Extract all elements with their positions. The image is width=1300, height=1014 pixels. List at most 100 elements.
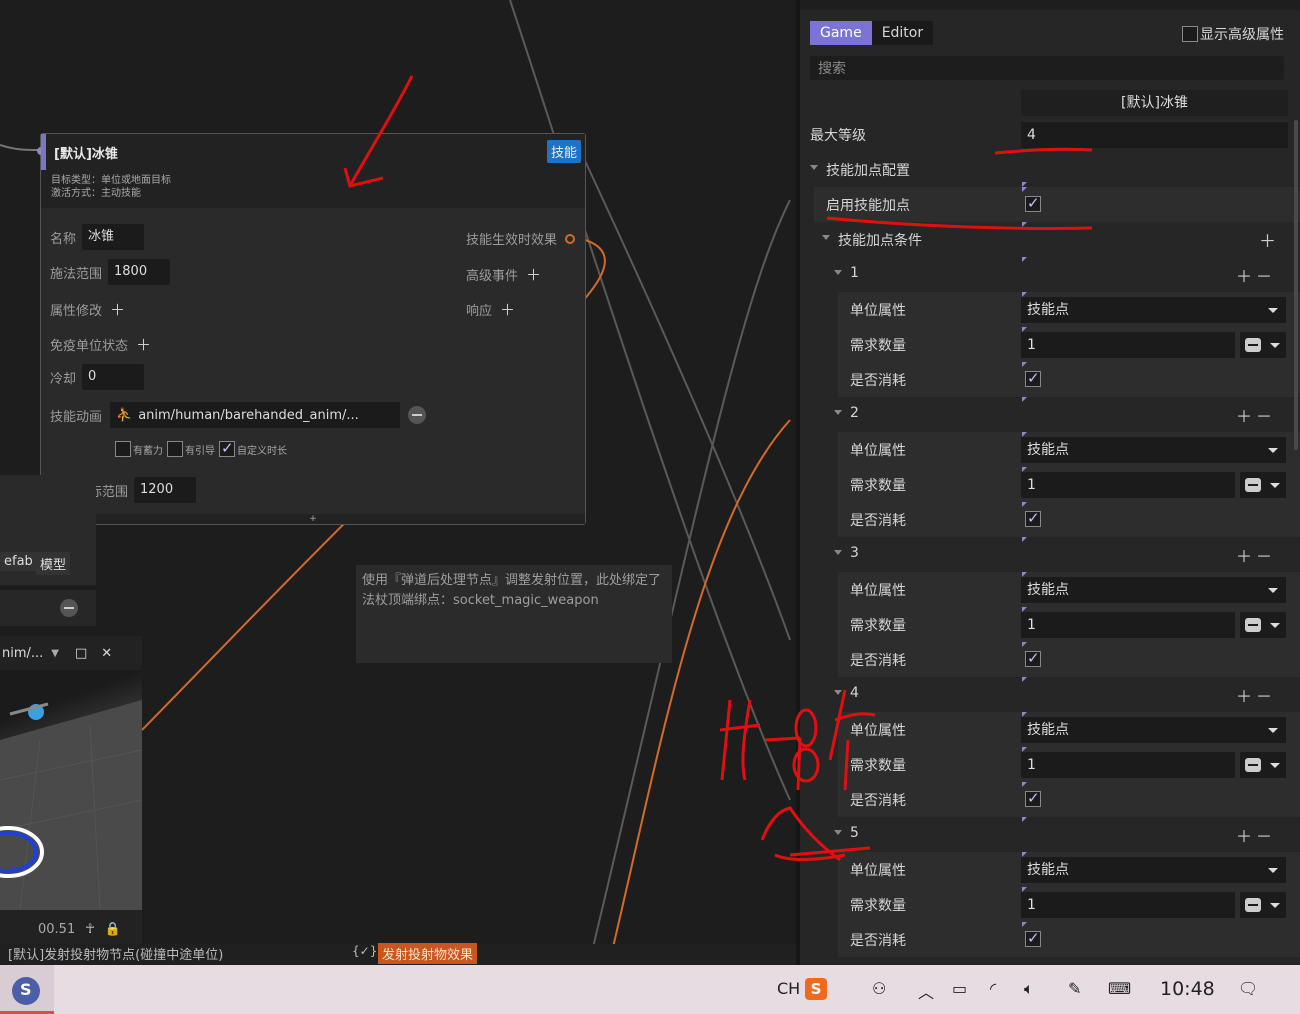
- consume-checkbox[interactable]: [1025, 369, 1041, 387]
- unit-attr-dropdown[interactable]: 技能点: [1021, 857, 1286, 883]
- wifi-icon[interactable]: ◜: [990, 979, 996, 998]
- cursor-range-input[interactable]: 1200: [134, 477, 197, 503]
- enable-skill-point-checkbox[interactable]: [1025, 194, 1041, 212]
- advanced-toggle[interactable]: 显示高级属性: [1182, 24, 1284, 44]
- condition-group-header[interactable]: 2 ＋－: [800, 397, 1300, 432]
- condition-group-header[interactable]: 4 ＋－: [800, 677, 1300, 712]
- range-input[interactable]: 1800: [108, 259, 171, 285]
- need-count-input[interactable]: 1: [1021, 892, 1235, 918]
- battery-icon[interactable]: ▭: [952, 979, 967, 998]
- chevron-down-icon[interactable]: [810, 165, 818, 170]
- comment-box[interactable]: 使用『弹道后处理节点』调整发射位置，此处绑定了法杖顶端绑点：socket_mag…: [356, 565, 672, 663]
- unit-attr-dropdown[interactable]: 技能点: [1021, 717, 1286, 743]
- add-remove-buttons[interactable]: ＋－: [1236, 543, 1276, 567]
- minus-icon[interactable]: [1245, 478, 1261, 492]
- chevron-down-icon[interactable]: [834, 410, 842, 415]
- volume-muted-icon[interactable]: 🔈︎: [1024, 979, 1034, 999]
- custom-duration-checkbox[interactable]: [219, 439, 235, 457]
- need-count-input[interactable]: 1: [1021, 612, 1235, 638]
- anim-clear-button[interactable]: [408, 406, 427, 424]
- need-count-input[interactable]: 1: [1021, 472, 1235, 498]
- scrollbar[interactable]: [1294, 120, 1298, 450]
- need-count-control[interactable]: [1240, 332, 1286, 358]
- chevron-down-icon[interactable]: [1270, 903, 1280, 908]
- consume-checkbox[interactable]: [1025, 789, 1041, 807]
- charge-checkbox[interactable]: [115, 441, 131, 457]
- chevron-down-icon[interactable]: [834, 830, 842, 835]
- chevron-down-icon[interactable]: ▼: [51, 648, 59, 659]
- node-header[interactable]: [默认]冰锥 技能: [41, 134, 585, 170]
- condition-group-header[interactable]: 3 ＋－: [800, 537, 1300, 572]
- consume-checkbox[interactable]: [1025, 649, 1041, 667]
- viewport-anim-path[interactable]: nim/...: [2, 646, 43, 661]
- need-count-input[interactable]: 1: [1021, 332, 1235, 358]
- maximize-icon[interactable]: □: [75, 646, 87, 661]
- need-count-input[interactable]: 1: [1021, 752, 1235, 778]
- consume-checkbox[interactable]: [1025, 509, 1041, 527]
- chevron-down-icon[interactable]: [1270, 343, 1280, 348]
- condition-group-header[interactable]: 1 ＋－: [800, 257, 1300, 292]
- taskbar-app-slot[interactable]: [0, 965, 54, 1014]
- chevron-down-icon[interactable]: [834, 270, 842, 275]
- tab-editor[interactable]: Editor: [872, 21, 933, 45]
- pose-icon[interactable]: ☥: [85, 922, 95, 937]
- property-panel[interactable]: Game Editor 显示高级属性 搜索 [默认]冰锥 最大等级 4 技能加点…: [796, 0, 1300, 965]
- name-input[interactable]: 冰锥: [82, 224, 145, 250]
- anim-selector[interactable]: ⛹ anim/human/barehanded_anim/...: [110, 402, 401, 428]
- consume-checkbox[interactable]: [1025, 929, 1041, 947]
- cooldown-input[interactable]: 0: [82, 364, 145, 390]
- add-remove-buttons[interactable]: ＋－: [1236, 823, 1276, 847]
- unit-attr-dropdown[interactable]: 技能点: [1021, 297, 1286, 323]
- minus-icon[interactable]: [1245, 898, 1261, 912]
- tab-prefab[interactable]: efab: [0, 552, 37, 571]
- clock[interactable]: 10:48: [1160, 978, 1215, 1000]
- skill-node[interactable]: [默认]冰锥 技能 目标类型：单位或地面目标 激活方式：主动技能 名称 冰锥 施…: [37, 133, 586, 525]
- need-count-control[interactable]: [1240, 472, 1286, 498]
- tab-game[interactable]: Game: [810, 21, 872, 45]
- search-input[interactable]: 搜索: [810, 56, 1284, 80]
- viewport-scene[interactable]: [0, 670, 142, 910]
- lock-icon[interactable]: 🔒: [105, 922, 121, 937]
- max-level-input[interactable]: 4: [1021, 122, 1288, 148]
- chevron-down-icon[interactable]: [1270, 483, 1280, 488]
- immune-add-button[interactable]: ＋: [136, 334, 151, 355]
- preview-viewport[interactable]: nim/... ▼ □ ✕ 00.51 ☥ 🔒: [0, 636, 142, 948]
- app-icon[interactable]: [12, 977, 40, 1005]
- need-count-control[interactable]: [1240, 612, 1286, 638]
- chevron-down-icon[interactable]: [1270, 763, 1280, 768]
- close-icon[interactable]: ✕: [101, 646, 112, 661]
- remove-button[interactable]: [60, 599, 78, 617]
- out-response-add-button[interactable]: ＋: [500, 299, 515, 320]
- condition-group-header[interactable]: 5 ＋－: [800, 817, 1300, 852]
- out-advanced-add-button[interactable]: ＋: [526, 264, 541, 285]
- minus-icon[interactable]: [1245, 758, 1261, 772]
- chevron-down-icon[interactable]: [1270, 623, 1280, 628]
- unit-attr-dropdown[interactable]: 技能点: [1021, 437, 1286, 463]
- out-effect-pin[interactable]: [565, 233, 576, 244]
- add-remove-buttons[interactable]: ＋－: [1236, 683, 1276, 707]
- graph-canvas[interactable]: [默认]冰锥 技能 目标类型：单位或地面目标 激活方式：主动技能 名称 冰锥 施…: [0, 0, 796, 965]
- add-condition-button[interactable]: ＋: [1259, 227, 1276, 252]
- need-count-control[interactable]: [1240, 892, 1286, 918]
- skill-point-config-row[interactable]: 技能加点配置: [800, 152, 1300, 187]
- chevron-down-icon[interactable]: [834, 550, 842, 555]
- minus-icon[interactable]: [1245, 618, 1261, 632]
- people-icon[interactable]: ⚇: [872, 979, 886, 998]
- add-remove-buttons[interactable]: ＋－: [1236, 403, 1276, 427]
- sogou-ime-icon[interactable]: S: [805, 978, 827, 1000]
- attr-mod-add-button[interactable]: ＋: [110, 299, 125, 320]
- tab-model[interactable]: 模型: [36, 552, 71, 575]
- guide-checkbox[interactable]: [167, 441, 183, 457]
- pen-icon[interactable]: ✎: [1068, 979, 1081, 998]
- keyboard-icon[interactable]: ⌨: [1108, 979, 1131, 998]
- chevron-up-icon[interactable]: ︿: [918, 979, 934, 1003]
- minus-icon[interactable]: [1245, 338, 1261, 352]
- input-language[interactable]: CH: [777, 979, 800, 998]
- notifications-icon[interactable]: 🗨︎: [1238, 979, 1258, 998]
- chevron-down-icon[interactable]: [822, 235, 830, 240]
- skill-point-conditions-row[interactable]: 技能加点条件 ＋: [800, 222, 1300, 257]
- chevron-down-icon[interactable]: [834, 690, 842, 695]
- need-count-control[interactable]: [1240, 752, 1286, 778]
- node-expand-handle[interactable]: +: [41, 514, 585, 524]
- advanced-checkbox[interactable]: [1182, 26, 1198, 42]
